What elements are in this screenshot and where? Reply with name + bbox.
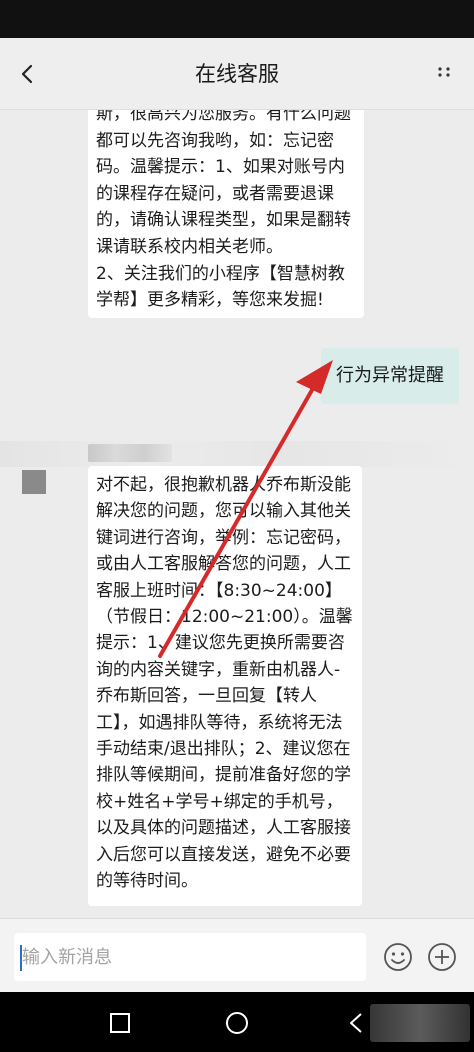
square-icon[interactable] (107, 1010, 133, 1036)
watermark-blurred (370, 1004, 470, 1042)
page-title: 在线客服 (195, 62, 279, 86)
blurred-region (0, 441, 474, 467)
plus-circle-icon (428, 943, 456, 971)
message-input[interactable] (14, 933, 366, 981)
sender-name-blurred (88, 444, 172, 462)
triangle-left-icon[interactable] (344, 1010, 370, 1036)
bot-message-bubble: 对不起，很抱歉机器人乔布斯没能解决您的问题，您可以输入其他关键词进行咨询，举例：… (88, 466, 362, 906)
add-attachment-button[interactable] (426, 941, 458, 973)
message-input-bar (0, 918, 474, 992)
bot-message-bubble: 斯，很高兴为您服务。有什么问题都可以先咨询我哟，如：忘记密码。温馨提示：1、如果… (88, 110, 364, 318)
status-bar (0, 0, 474, 38)
user-message-bubble: 行为异常提醒 (321, 348, 459, 404)
emoji-button[interactable] (382, 941, 414, 973)
circle-icon[interactable] (224, 1010, 250, 1036)
smiley-icon (384, 943, 412, 971)
chat-header: 在线客服 (0, 38, 474, 110)
text-caret (20, 945, 22, 971)
avatar[interactable] (22, 470, 46, 494)
more-vertical-icon[interactable] (436, 64, 452, 84)
chat-message-list[interactable]: 斯，很高兴为您服务。有什么问题都可以先咨询我哟，如：忘记密码。温馨提示：1、如果… (0, 110, 474, 918)
